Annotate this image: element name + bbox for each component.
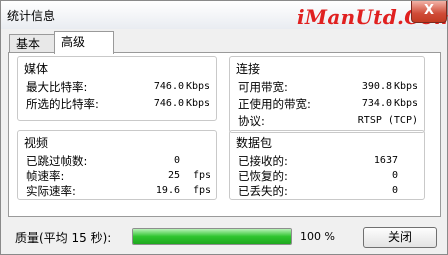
lost-packets-label: 已丢失的: [238,184,288,198]
protocol-label: 协议: [238,114,265,128]
media-group-title: 媒体 [24,62,49,76]
frame-rate-unit: fps [193,170,212,181]
media-group: 媒体 最大比特率: 746.0 Kbps 所选的比特率: 746.0 Kbps [17,56,217,121]
tab-basic[interactable]: 基本 [9,34,55,53]
video-group-title: 视频 [24,136,49,150]
actual-rate-label: 实际速率: [26,184,76,198]
available-bandwidth-label: 可用带宽: [238,80,288,94]
statistics-window: 统计信息 iManUtd.Com X 基本 高级 媒体 最大比特率: 746.0… [0,0,448,255]
recovered-packets-value: 0 [391,170,398,181]
used-bandwidth-unit: Kbps [394,98,419,109]
advanced-panel: 媒体 最大比特率: 746.0 Kbps 所选的比特率: 746.0 Kbps … [8,52,441,217]
lost-packets-value: 0 [391,185,398,196]
title-bar: 统计信息 iManUtd.Com X [1,1,448,29]
selected-bitrate-label: 所选的比特率: [26,97,99,111]
selected-bitrate-value: 746.0 [153,98,184,109]
available-bandwidth-value: 390.8 [361,81,392,92]
video-group: 视频 已跳过帧数: 0 帧速率: 25 fps 实际速率: 19.6 fps [17,130,217,200]
max-bitrate-label: 最大比特率: [26,80,88,94]
frame-rate-value: 25 [167,170,180,181]
recovered-packets-label: 已恢复的: [238,169,288,183]
actual-rate-unit: fps [193,185,212,196]
connection-group-title: 连接 [236,62,261,76]
frame-rate-label: 帧速率: [26,169,65,183]
window-close-button[interactable]: X [411,1,447,23]
quality-percent: 100 % [300,230,335,243]
max-bitrate-unit: Kbps [186,81,211,92]
protocol-value: RTSP (TCP) [357,115,418,126]
connection-group: 连接 可用带宽: 390.8 Kbps 正使用的带宽: 734.0 Kbps 协… [229,56,425,133]
received-packets-value: 1637 [373,155,398,166]
close-button[interactable]: 关闭 [363,227,437,248]
max-bitrate-value: 746.0 [153,81,184,92]
quality-progress-fill [133,229,291,244]
packets-group-title: 数据包 [236,136,273,150]
skipped-frames-value: 0 [173,155,180,166]
packets-group: 数据包 已接收的: 1637 已恢复的: 0 已丢失的: 0 [229,130,425,200]
close-icon: X [423,3,435,18]
available-bandwidth-unit: Kbps [394,81,419,92]
used-bandwidth-value: 734.0 [361,98,392,109]
window-title: 统计信息 [7,9,56,23]
used-bandwidth-label: 正使用的带宽: [238,97,311,111]
selected-bitrate-unit: Kbps [186,98,211,109]
quality-label: 质量(平均 15 秒): [15,231,112,245]
skipped-frames-label: 已跳过帧数: [26,154,88,168]
tab-advanced[interactable]: 高级 [54,31,114,54]
quality-progress-bar [132,228,292,245]
received-packets-label: 已接收的: [238,154,288,168]
actual-rate-value: 19.6 [155,185,180,196]
